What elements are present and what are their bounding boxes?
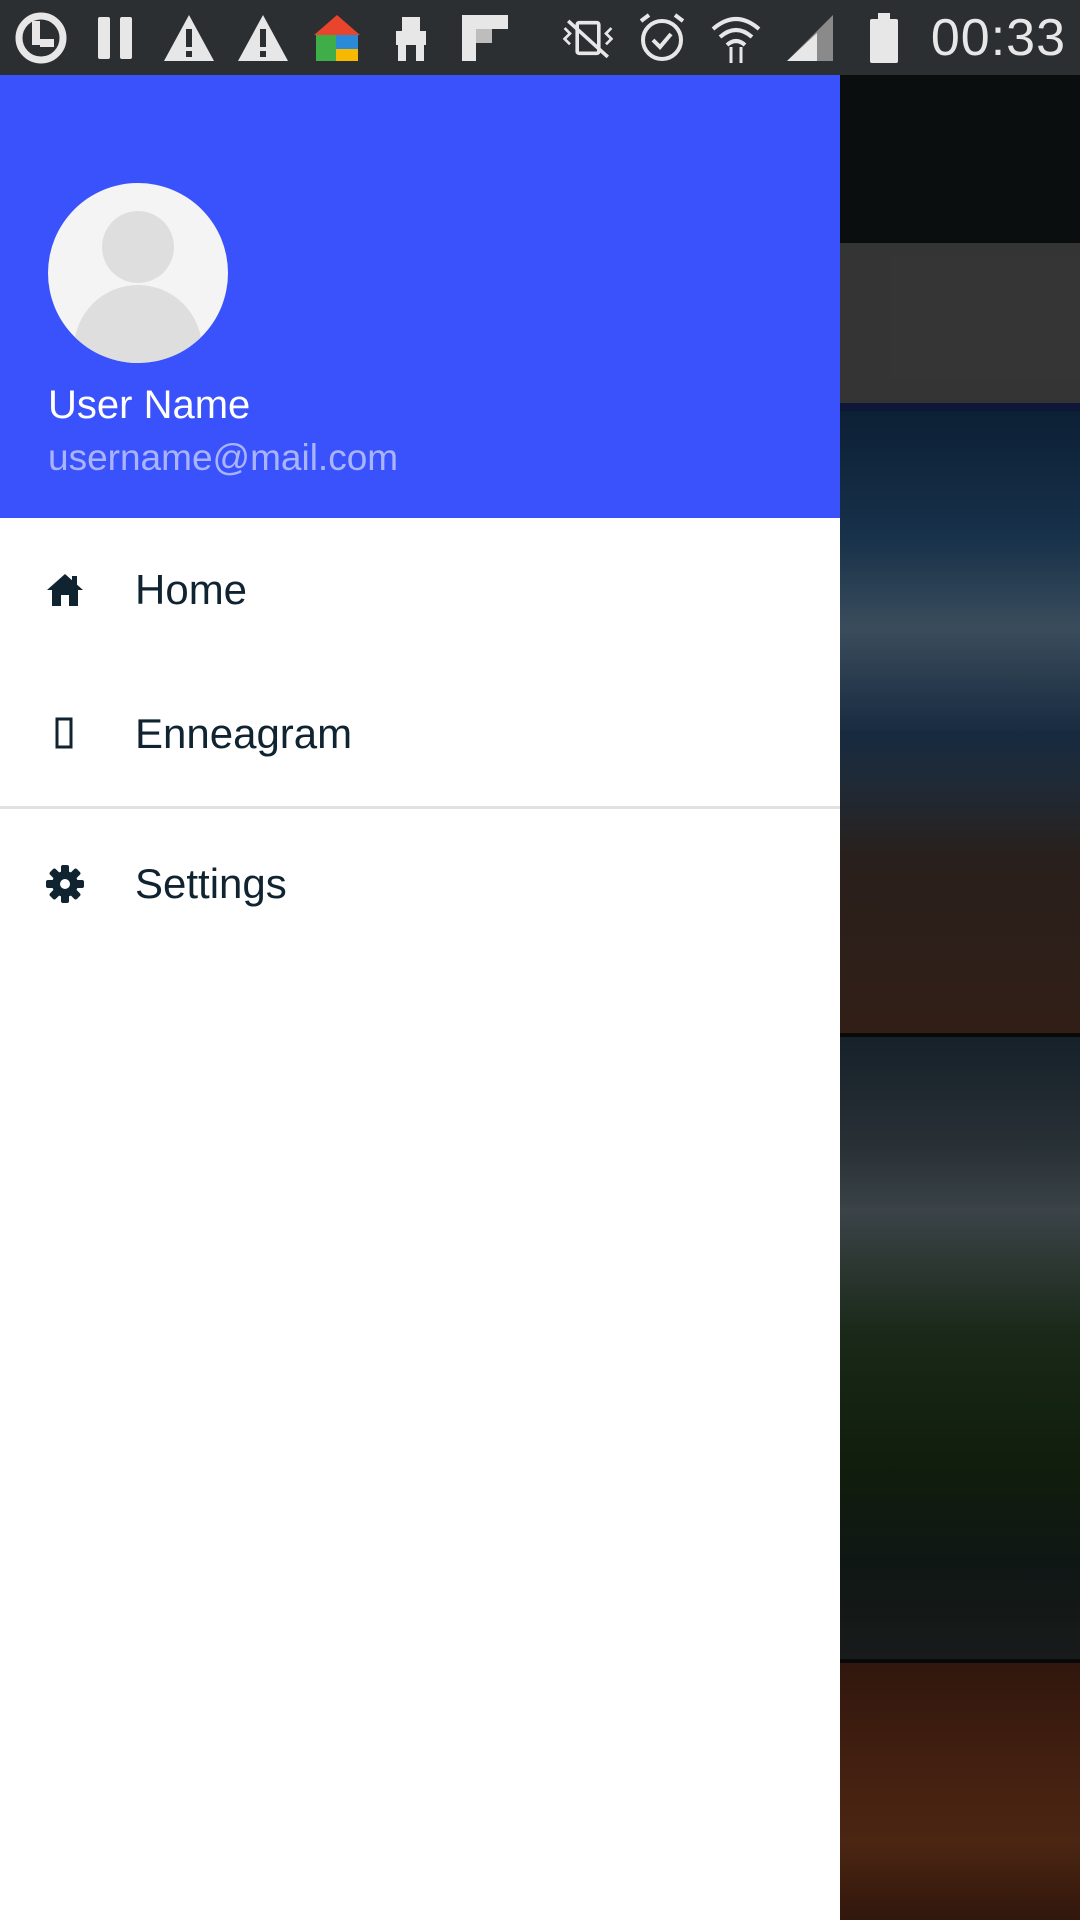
menu-item-label: Enneagram bbox=[135, 710, 353, 757]
menu-item-enneagram[interactable]: Enneagram bbox=[0, 662, 840, 806]
gear-icon bbox=[44, 863, 86, 905]
status-bar-notifications bbox=[14, 11, 512, 65]
drawer-header: User Name username@mail.com bbox=[0, 75, 840, 518]
status-bar: 00:33 bbox=[0, 0, 1080, 75]
navigation-drawer: User Name username@mail.com Home Enneagr… bbox=[0, 75, 840, 1920]
warning-icon bbox=[162, 11, 216, 65]
menu-item-label: Settings bbox=[135, 860, 287, 907]
menu-item-home[interactable]: Home bbox=[0, 518, 840, 662]
avatar[interactable] bbox=[48, 183, 228, 363]
uplay-icon bbox=[14, 11, 68, 65]
launcher-icon bbox=[310, 11, 364, 65]
warning-icon bbox=[236, 11, 290, 65]
signal-icon bbox=[783, 11, 837, 65]
flipboard-icon bbox=[458, 11, 512, 65]
robot-icon bbox=[384, 11, 438, 65]
vibrate-icon bbox=[561, 11, 615, 65]
user-name: User Name bbox=[48, 383, 251, 427]
menu-item-settings[interactable]: Settings bbox=[0, 812, 840, 956]
menu-item-label: Home bbox=[135, 566, 248, 613]
user-email: username@mail.com bbox=[48, 437, 399, 478]
home-icon bbox=[44, 569, 86, 611]
battery-icon bbox=[857, 11, 911, 65]
status-bar-system: 00:33 bbox=[561, 8, 1066, 68]
alarm-icon bbox=[635, 11, 689, 65]
enneagram-icon bbox=[44, 713, 86, 755]
menu-divider bbox=[0, 806, 840, 809]
clock: 00:33 bbox=[930, 8, 1066, 67]
pause-icon bbox=[88, 11, 142, 65]
wifi-icon bbox=[709, 11, 763, 65]
